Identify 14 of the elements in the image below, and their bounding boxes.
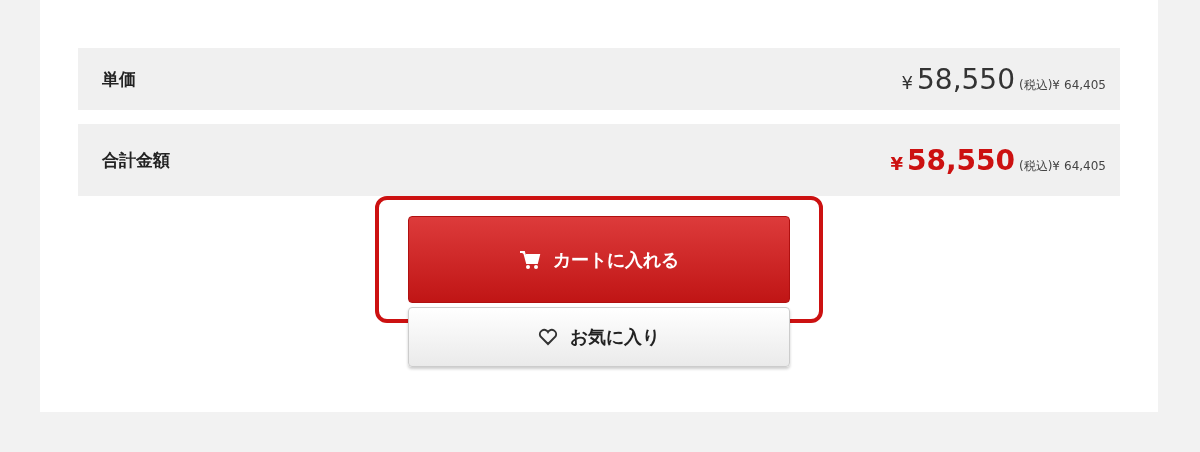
- price-label: 単価: [102, 67, 136, 91]
- tax-label: (税込)¥: [1019, 157, 1060, 175]
- yen-sign: ¥: [890, 152, 903, 174]
- tax-label: (税込)¥: [1019, 76, 1060, 94]
- tax-included-price: 64,405: [1064, 158, 1106, 173]
- yen-sign: ¥: [901, 71, 913, 93]
- favorite-button[interactable]: お気に入り: [408, 307, 790, 367]
- price-amount: 58,550: [917, 62, 1015, 96]
- heart-icon: [538, 328, 558, 346]
- tax-included-price: 64,405: [1064, 77, 1106, 92]
- cart-icon: [519, 249, 541, 270]
- add-to-cart-button[interactable]: カートに入れる: [408, 216, 790, 303]
- price-amount: 58,550: [906, 143, 1015, 177]
- price-label: 合計金額: [102, 148, 170, 172]
